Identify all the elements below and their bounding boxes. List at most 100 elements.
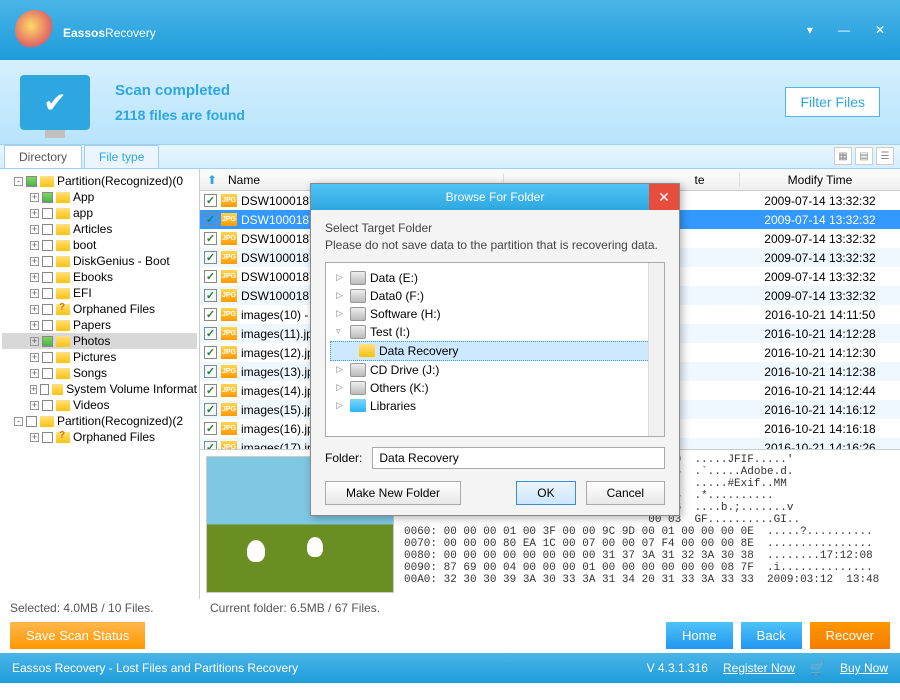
folder-icon: [56, 432, 70, 443]
file-modify-time: 2009-07-14 13:32:32: [740, 232, 900, 246]
folder-node-selected[interactable]: Data Recovery: [330, 341, 660, 361]
ok-button[interactable]: OK: [516, 481, 575, 505]
tree-item[interactable]: +boot: [2, 237, 197, 253]
status-bar: ✔ Scan completed 2118 files are found Fi…: [0, 60, 900, 145]
buy-now-link[interactable]: Buy Now: [840, 661, 888, 675]
drive-icon: [350, 325, 366, 339]
drive-node-expanded[interactable]: ▿Test (I:): [330, 323, 660, 341]
file-modify-time: 2016-10-21 14:12:30: [740, 346, 900, 360]
folder-icon: [56, 208, 70, 219]
close-button[interactable]: ✕: [875, 23, 885, 37]
file-modify-time: 2016-10-21 14:12:28: [740, 327, 900, 341]
scrollbar[interactable]: [648, 263, 664, 436]
row-checkbox[interactable]: ✓: [204, 213, 217, 226]
footer-tagline: Eassos Recovery - Lost Files and Partiti…: [12, 661, 298, 675]
back-button[interactable]: Back: [741, 622, 802, 649]
filter-files-button[interactable]: Filter Files: [785, 87, 880, 117]
drive-node[interactable]: ▷Data (E:): [330, 269, 660, 287]
row-checkbox[interactable]: ✓: [204, 422, 217, 435]
dialog-title-bar[interactable]: Browse For Folder ✕: [311, 184, 679, 210]
file-icon: JPG: [221, 308, 237, 321]
tab-filetype[interactable]: File type: [84, 145, 159, 168]
file-modify-time: 2009-07-14 13:32:32: [740, 270, 900, 284]
app-logo: EassosRecovery: [15, 10, 156, 50]
file-modify-time: 2016-10-21 14:16:12: [740, 403, 900, 417]
row-checkbox[interactable]: ✓: [204, 232, 217, 245]
tree-item[interactable]: +Orphaned Files: [2, 429, 197, 445]
info-bar: Selected: 4.0MB / 10 Files. Current fold…: [0, 599, 900, 617]
tree-item[interactable]: +System Volume Informat: [2, 381, 197, 397]
up-folder-button[interactable]: ⬆: [200, 173, 224, 187]
logo-icon: [15, 10, 55, 50]
drive-icon: [350, 381, 366, 395]
tree-item[interactable]: +App: [2, 189, 197, 205]
drive-node[interactable]: ▷Software (H:): [330, 305, 660, 323]
row-checkbox[interactable]: ✓: [204, 327, 217, 340]
tree-item[interactable]: +Orphaned Files: [2, 301, 197, 317]
cancel-button[interactable]: Cancel: [586, 481, 665, 505]
home-button[interactable]: Home: [666, 622, 733, 649]
scan-status-title: Scan completed: [115, 82, 245, 99]
row-checkbox[interactable]: ✓: [204, 308, 217, 321]
tree-partition-1[interactable]: -Partition(Recognized)(0: [2, 173, 197, 189]
dropdown-icon[interactable]: ▾: [807, 23, 813, 37]
view-list[interactable]: ☰: [876, 147, 894, 165]
dialog-close-button[interactable]: ✕: [649, 184, 679, 210]
save-scan-button[interactable]: Save Scan Status: [10, 622, 145, 649]
library-icon: [350, 399, 366, 412]
drive-node[interactable]: ▷CD Drive (J:): [330, 361, 660, 379]
drive-icon: [350, 363, 366, 377]
folder-icon: [56, 320, 70, 331]
dialog-warning: Please do not save data to the partition…: [325, 237, 665, 254]
cart-icon: 🛒: [810, 661, 825, 675]
folder-icon: [56, 400, 70, 411]
tree-item[interactable]: +Papers: [2, 317, 197, 333]
tree-item[interactable]: +Songs: [2, 365, 197, 381]
row-checkbox[interactable]: ✓: [204, 289, 217, 302]
row-checkbox[interactable]: ✓: [204, 251, 217, 264]
recover-button[interactable]: Recover: [810, 622, 890, 649]
folder-icon: [56, 288, 70, 299]
row-checkbox[interactable]: ✓: [204, 194, 217, 207]
folder-tree[interactable]: ▷Data (E:) ▷Data0 (F:) ▷Software (H:) ▿T…: [325, 262, 665, 437]
tree-item[interactable]: +app: [2, 205, 197, 221]
title-bar: EassosRecovery ▾ — ✕: [0, 0, 900, 60]
folder-input[interactable]: Data Recovery: [372, 447, 665, 469]
tree-item[interactable]: +DiskGenius - Boot: [2, 253, 197, 269]
tree-item[interactable]: +Pictures: [2, 349, 197, 365]
view-large-icons[interactable]: ▦: [834, 147, 852, 165]
tree-item[interactable]: +Videos: [2, 397, 197, 413]
tab-directory[interactable]: Directory: [4, 145, 82, 168]
check-icon: ✔: [43, 86, 66, 119]
tree-item[interactable]: +Ebooks: [2, 269, 197, 285]
folder-icon: [56, 352, 70, 363]
directory-tree[interactable]: -Partition(Recognized)(0 +App+app+Articl…: [0, 169, 200, 599]
view-small-icons[interactable]: ▤: [855, 147, 873, 165]
row-checkbox[interactable]: ✓: [204, 346, 217, 359]
minimize-button[interactable]: —: [838, 23, 850, 37]
col-modify-time[interactable]: Modify Time: [740, 173, 900, 187]
tree-item[interactable]: +Photos: [2, 333, 197, 349]
register-link[interactable]: Register Now: [723, 661, 795, 675]
file-modify-time: 2016-10-21 14:11:50: [740, 308, 900, 322]
folder-icon: [56, 192, 70, 203]
drive-node[interactable]: ▷Data0 (F:): [330, 287, 660, 305]
row-checkbox[interactable]: ✓: [204, 403, 217, 416]
row-checkbox[interactable]: ✓: [204, 270, 217, 283]
file-icon: JPG: [221, 346, 237, 359]
tree-item[interactable]: +Articles: [2, 221, 197, 237]
row-checkbox[interactable]: ✓: [204, 384, 217, 397]
drive-node[interactable]: ▷Others (K:): [330, 379, 660, 397]
make-new-folder-button[interactable]: Make New Folder: [325, 481, 461, 505]
tree-item[interactable]: +EFI: [2, 285, 197, 301]
row-checkbox[interactable]: ✓: [204, 441, 217, 449]
file-icon: JPG: [221, 327, 237, 340]
file-modify-time: 2016-10-21 14:16:18: [740, 422, 900, 436]
tree-partition-2[interactable]: -Partition(Recognized)(2: [2, 413, 197, 429]
libraries-node[interactable]: ▷Libraries: [330, 397, 660, 415]
app-name: EassosRecovery: [63, 17, 156, 43]
file-icon: JPG: [221, 270, 237, 283]
drive-icon: [350, 289, 366, 303]
row-checkbox[interactable]: ✓: [204, 365, 217, 378]
dialog-title: Browse For Folder: [446, 190, 545, 204]
